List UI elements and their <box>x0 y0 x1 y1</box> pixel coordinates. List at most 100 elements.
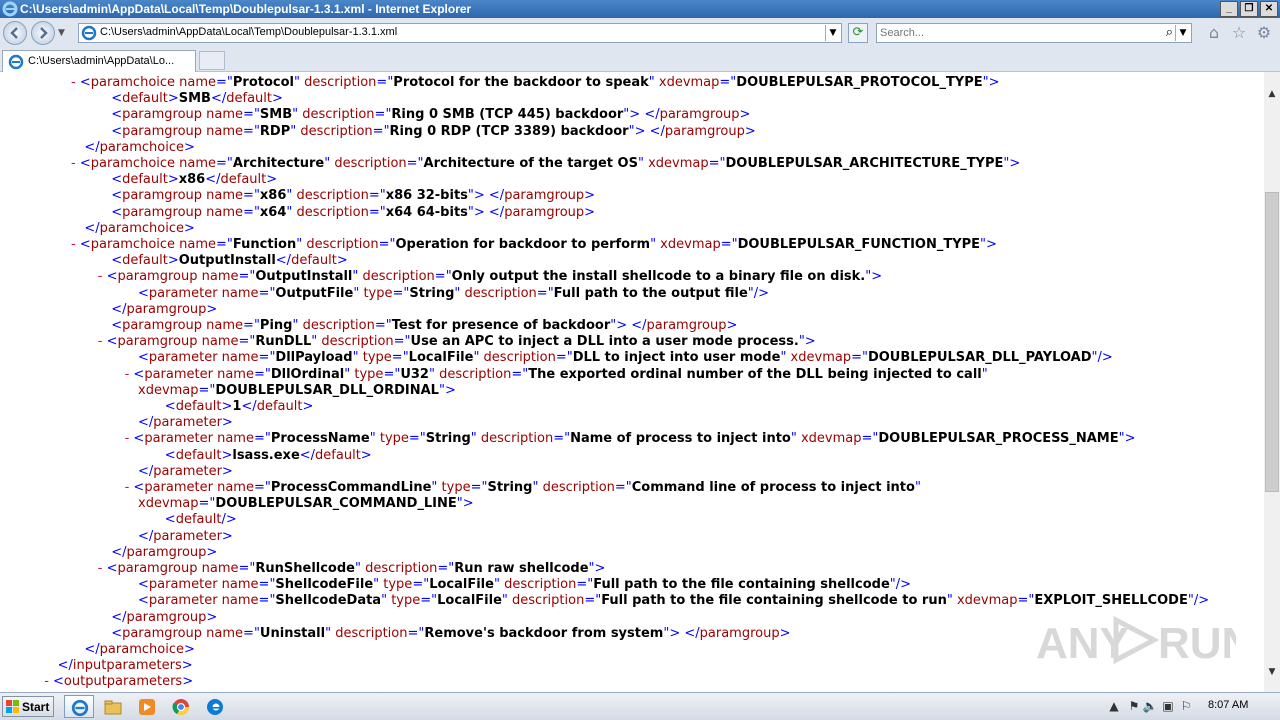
xml-token-tag: paramgroup <box>664 123 745 139</box>
xml-token-value: RDP <box>259 123 291 139</box>
xml-token-eq: =" <box>368 204 386 220</box>
minimize-button[interactable]: _ <box>1220 1 1238 17</box>
xml-token-eq: =" <box>407 625 425 641</box>
collapse-toggle[interactable]: - <box>44 674 53 689</box>
xml-line: <default>lsass.exe</default> <box>165 448 372 464</box>
collapse-toggle[interactable]: - <box>98 269 107 284</box>
xml-token-bracket: </ <box>241 399 257 414</box>
xml-token-value: OutputInstall <box>255 269 353 285</box>
flag-icon[interactable]: ⚐ <box>1178 698 1194 714</box>
search-icon[interactable]: ⌕ <box>1166 25 1173 40</box>
recent-pages-dropdown[interactable]: ▼ <box>58 28 65 38</box>
xml-token-bracket: /> <box>1097 350 1113 366</box>
xml-token-attr: description <box>476 431 554 447</box>
volume-icon[interactable]: 🔈 <box>1142 698 1158 714</box>
xml-token-value: LocalFile <box>429 577 494 593</box>
collapse-toggle[interactable]: - <box>71 75 80 90</box>
home-icon[interactable]: ⌂ <box>1205 24 1223 42</box>
network-icon[interactable]: ▣ <box>1160 698 1176 714</box>
scroll-down-icon[interactable]: ▼ <box>1264 664 1280 680</box>
clock[interactable]: 8:07 AM <box>1208 699 1248 711</box>
xml-token-value: Full path to the file containing shellco… <box>601 593 947 609</box>
xml-token-eq: " <box>981 366 988 382</box>
show-hidden-icons-icon[interactable]: ▲ <box>1106 698 1122 714</box>
xml-token-attr: name <box>197 269 239 285</box>
xml-line: <paramgroup name="Ping" description="Tes… <box>111 318 737 334</box>
xml-token-bracket: < <box>111 123 123 139</box>
xml-token-eq: =" <box>708 156 726 171</box>
xml-line: - <outputparameters> <box>44 674 193 690</box>
collapse-toggle[interactable]: - <box>98 561 107 576</box>
taskbar-chrome[interactable] <box>166 695 196 718</box>
xml-token-tag: paramgroup <box>126 609 207 625</box>
taskbar-edge[interactable] <box>200 695 230 718</box>
xml-token-eq: =" <box>553 431 571 447</box>
favorites-icon[interactable]: ☆ <box>1230 24 1248 42</box>
xml-token-bracket: < <box>138 350 149 366</box>
address-url[interactable]: C:\Users\admin\AppData\Local\Temp\Double… <box>100 26 397 38</box>
xml-token-bracket: </ <box>299 447 316 463</box>
collapse-toggle[interactable]: - <box>71 156 80 171</box>
xml-line: </inputparameters> <box>58 658 193 674</box>
xml-token-value: String <box>425 431 471 447</box>
xml-token-tag: parameter <box>148 350 218 366</box>
xml-token-eq: =" <box>434 269 452 285</box>
xml-token-bracket: > <box>462 496 474 512</box>
xml-token-eq: =" <box>253 480 271 495</box>
xml-token-bracket: </ <box>84 139 100 155</box>
tools-icon[interactable]: ⚙ <box>1255 24 1273 42</box>
back-button[interactable] <box>3 21 27 45</box>
xml-token-tag: paramgroup <box>126 301 207 317</box>
address-bar[interactable]: C:\Users\admin\AppData\Local\Temp\Double… <box>78 23 842 43</box>
xml-token-tag: inputparameters <box>72 658 182 674</box>
new-tab-button[interactable] <box>199 51 225 70</box>
xml-token-bracket: </ <box>275 253 292 269</box>
action-center-icon[interactable]: ⚑ <box>1126 698 1142 714</box>
xml-token-bracket: < <box>133 366 145 382</box>
xml-token-eq: =" <box>216 156 233 171</box>
scroll-up-icon[interactable]: ▲ <box>1264 86 1280 102</box>
collapse-toggle[interactable]: - <box>71 237 80 252</box>
edge-icon <box>207 699 223 715</box>
xml-token-text: OutputInstall <box>178 253 276 269</box>
collapse-toggle[interactable]: - <box>98 334 107 349</box>
address-dropdown-icon[interactable]: ▼ <box>825 25 840 41</box>
forward-button[interactable] <box>31 21 55 45</box>
scrollbar-thumb[interactable] <box>1265 192 1279 492</box>
xml-token-bracket: > <box>744 123 756 139</box>
xml-token-eq: =" <box>238 561 256 576</box>
refresh-button[interactable]: ⟳ <box>848 23 868 43</box>
search-dropdown-icon[interactable]: ▼ <box>1175 25 1190 41</box>
xml-token-tag: parameter <box>144 480 213 495</box>
tab-doublepulsar-xml[interactable]: C:\Users\admin\AppData\Lo... <box>2 50 196 72</box>
xml-token-value: Function <box>232 237 297 252</box>
forward-icon <box>40 27 48 39</box>
xml-line: <default>x86</default> <box>111 172 277 188</box>
xml-token-value: ShellcodeData <box>275 593 382 609</box>
xml-token-value: Full path to the file containing shellco… <box>593 577 890 593</box>
xml-token-tag: default <box>291 253 337 269</box>
xml-token-tag: paramchoice <box>90 237 176 252</box>
xml-token-eq: =" <box>258 593 276 609</box>
xml-token-attr: type <box>387 593 421 609</box>
xml-token-eq: =" <box>253 366 271 382</box>
taskbar-media-player[interactable] <box>132 695 162 718</box>
close-button[interactable]: ✕ <box>1260 1 1278 17</box>
xml-token-value: Name of process to inject into <box>570 431 791 447</box>
xml-token-eq: =" <box>720 237 738 252</box>
start-button[interactable]: Start <box>2 696 54 717</box>
taskbar-file-explorer[interactable] <box>98 695 128 718</box>
restore-button[interactable]: ❐ <box>1240 1 1258 17</box>
taskbar-internet-explorer[interactable] <box>64 695 94 718</box>
search-input[interactable] <box>880 25 1150 41</box>
xml-token-tag: paramgroup <box>117 561 198 576</box>
xml-token-attr: description <box>292 204 369 220</box>
vertical-scrollbar[interactable]: ▲ ▼ <box>1264 72 1280 692</box>
xml-token-eq: =" <box>216 75 233 90</box>
xml-token-value: String <box>409 285 455 301</box>
xml-token-bracket: < <box>79 75 91 90</box>
xml-line: </paramchoice> <box>84 642 194 658</box>
search-box[interactable]: ⌕ ▼ <box>876 23 1192 43</box>
xml-token-eq: =" <box>374 107 392 123</box>
xml-token-bracket: > <box>804 334 816 350</box>
